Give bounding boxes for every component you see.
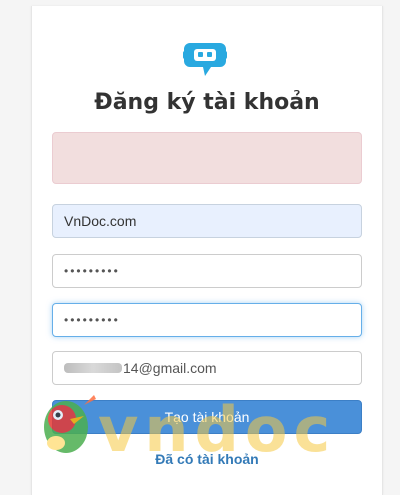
page-title: Đăng ký tài khoản: [94, 90, 320, 115]
create-account-button[interactable]: Tạo tài khoản: [52, 400, 362, 434]
confirm-password-field[interactable]: •••••••••: [52, 303, 362, 337]
email-value: 14@gmail.com: [123, 360, 217, 376]
password-value: •••••••••: [64, 264, 120, 278]
password-field[interactable]: •••••••••: [52, 254, 362, 288]
redacted-email-prefix: [64, 363, 122, 373]
email-field[interactable]: 14@gmail.com: [52, 351, 362, 385]
username-field[interactable]: VnDoc.com: [52, 204, 362, 238]
create-account-label: Tạo tài khoản: [164, 409, 250, 425]
confirm-password-value: •••••••••: [64, 313, 120, 327]
error-alert-box: [52, 132, 362, 184]
register-card: Đăng ký tài khoản VnDoc.com ••••••••• ••…: [31, 6, 383, 495]
chat-bubble-bot-icon: [183, 43, 227, 76]
login-link[interactable]: Đã có tài khoản: [32, 451, 382, 467]
username-value: VnDoc.com: [64, 213, 137, 229]
login-link-label: Đã có tài khoản: [155, 451, 259, 467]
